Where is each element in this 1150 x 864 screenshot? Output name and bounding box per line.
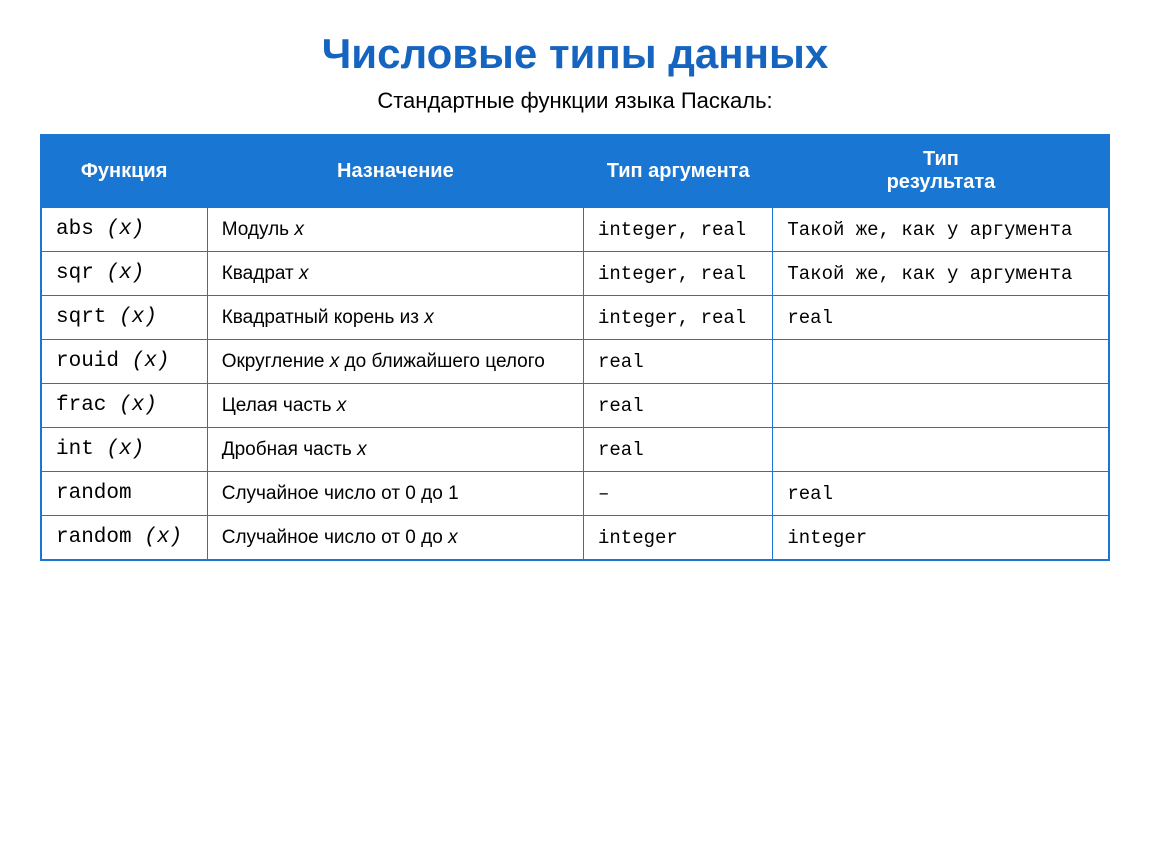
functions-table: Функция Назначение Тип аргумента Типрезу… bbox=[40, 134, 1110, 561]
table-cell-result-type bbox=[773, 384, 1109, 428]
table-cell-func: sqrt (x) bbox=[41, 296, 207, 340]
table-cell-desc: Дробная часть x bbox=[207, 428, 583, 472]
subtitle: Стандартные функции языка Паскаль: bbox=[377, 88, 772, 114]
col-header-function: Функция bbox=[41, 135, 207, 207]
table-cell-result-type: Такой же, как у аргумента bbox=[773, 252, 1109, 296]
col-header-arg-type: Тип аргумента bbox=[583, 135, 772, 207]
table-cell-result-type bbox=[773, 340, 1109, 384]
col-header-result-type: Типрезультата bbox=[773, 135, 1109, 207]
table-row: randomСлучайное число от 0 до 1–real bbox=[41, 472, 1109, 516]
table-cell-func: abs (x) bbox=[41, 207, 207, 252]
table-cell-result-type: integer bbox=[773, 516, 1109, 561]
table-row: random (x)Случайное число от 0 до xinteg… bbox=[41, 516, 1109, 561]
table-row: abs (x)Модуль xinteger, realТакой же, ка… bbox=[41, 207, 1109, 252]
table-cell-desc: Квадрат x bbox=[207, 252, 583, 296]
table-cell-arg-type: – bbox=[583, 472, 772, 516]
table-cell-arg-type: real bbox=[583, 384, 772, 428]
table-cell-result-type: Такой же, как у аргумента bbox=[773, 207, 1109, 252]
table-header-row: Функция Назначение Тип аргумента Типрезу… bbox=[41, 135, 1109, 207]
col-header-desc: Назначение bbox=[207, 135, 583, 207]
table-cell-func: sqr (x) bbox=[41, 252, 207, 296]
page-title: Числовые типы данных bbox=[322, 30, 828, 78]
table-cell-func: frac (x) bbox=[41, 384, 207, 428]
table-cell-arg-type: integer, real bbox=[583, 252, 772, 296]
table-cell-arg-type: integer bbox=[583, 516, 772, 561]
table-cell-func: random (x) bbox=[41, 516, 207, 561]
table-cell-result-type: real bbox=[773, 472, 1109, 516]
table-cell-func: int (x) bbox=[41, 428, 207, 472]
table-row: sqrt (x)Квадратный корень из xinteger, r… bbox=[41, 296, 1109, 340]
table-cell-desc: Модуль x bbox=[207, 207, 583, 252]
table-row: frac (x)Целая часть xreal bbox=[41, 384, 1109, 428]
table-cell-desc: Целая часть x bbox=[207, 384, 583, 428]
table-cell-result-type bbox=[773, 428, 1109, 472]
table-cell-arg-type: real bbox=[583, 340, 772, 384]
table-cell-result-type: real bbox=[773, 296, 1109, 340]
table-cell-arg-type: integer, real bbox=[583, 296, 772, 340]
table-cell-arg-type: integer, real bbox=[583, 207, 772, 252]
table-cell-func: random bbox=[41, 472, 207, 516]
table-cell-arg-type: real bbox=[583, 428, 772, 472]
table-row: int (x)Дробная часть xreal bbox=[41, 428, 1109, 472]
table-cell-desc: Случайное число от 0 до x bbox=[207, 516, 583, 561]
table-row: sqr (x)Квадрат xinteger, realТакой же, к… bbox=[41, 252, 1109, 296]
table-row: rouid (x)Округление x до ближайшего цело… bbox=[41, 340, 1109, 384]
table-cell-func: rouid (x) bbox=[41, 340, 207, 384]
table-cell-desc: Округление x до ближайшего целого bbox=[207, 340, 583, 384]
table-cell-desc: Случайное число от 0 до 1 bbox=[207, 472, 583, 516]
table-cell-desc: Квадратный корень из x bbox=[207, 296, 583, 340]
